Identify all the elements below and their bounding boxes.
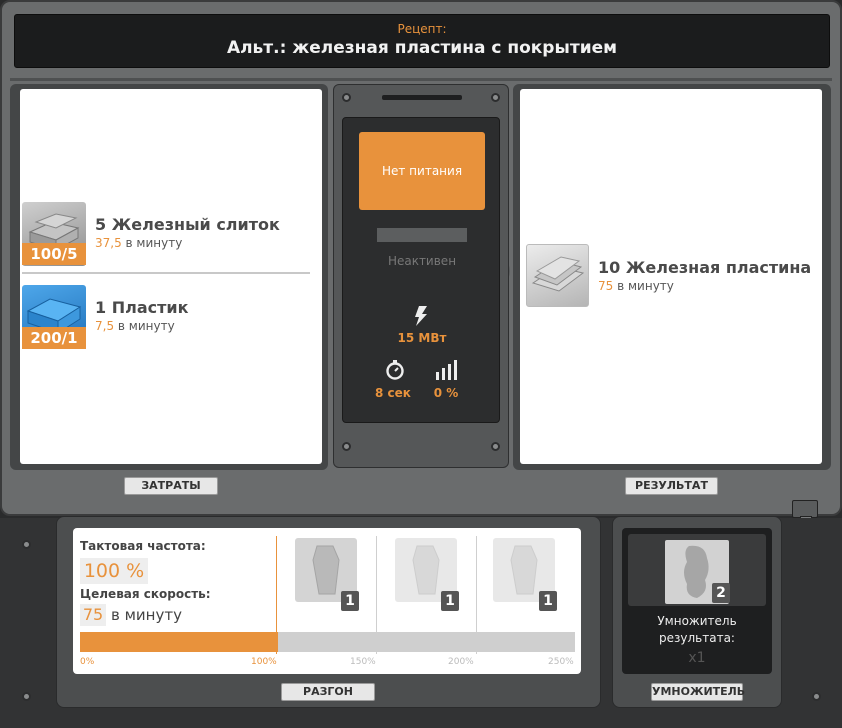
tick-label: 0% <box>80 657 95 667</box>
recipe-label: Рецепт: <box>397 22 447 36</box>
recipe-header: Рецепт: Альт.: железная пластина с покры… <box>14 14 830 68</box>
screw-icon <box>342 93 351 102</box>
input-rate-iron-ingot: 37,5 в минуту <box>95 236 183 250</box>
power-status-button[interactable]: Нет питания <box>359 132 485 210</box>
input-rate-plastic: 7,5 в минуту <box>95 319 175 333</box>
slot-count: 1 <box>441 591 459 611</box>
machine-status: Неактивен <box>387 254 457 268</box>
recipe-title: Альт.: железная пластина с покрытием <box>226 38 618 58</box>
stopwatch-icon <box>385 360 405 384</box>
input-name-iron-ingot: 5 Железный слиток <box>95 215 280 234</box>
cycle-time: 8 сек <box>375 386 411 400</box>
iron-ingot-stack: 100/5 <box>22 243 86 265</box>
somersloop-count: 2 <box>712 583 730 603</box>
plastic-stack: 200/1 <box>22 327 86 349</box>
input-name-plastic: 1 Пластик <box>95 298 189 317</box>
inputs-tab[interactable]: ЗАТРАТЫ <box>124 477 218 495</box>
output-tab[interactable]: РЕЗУЛЬТАТ <box>625 477 718 495</box>
progress-bar <box>377 228 467 242</box>
tick-label: 100% <box>251 657 277 667</box>
clock-slider-fill <box>80 632 278 652</box>
header-divider <box>10 78 832 81</box>
target-rate-input[interactable]: 75 <box>80 604 106 626</box>
multiplier-button[interactable]: УМНОЖИТЕЛЬ <box>651 683 745 701</box>
lightning-icon <box>414 306 428 330</box>
screw-icon <box>342 442 351 451</box>
multiplier-label: Умножитель результата: <box>657 614 737 645</box>
machine-slot <box>382 95 462 100</box>
tick-label: 250% <box>548 657 574 667</box>
slot-count: 1 <box>341 591 359 611</box>
screw-icon <box>22 692 31 701</box>
iron-plate-icon[interactable] <box>526 244 589 307</box>
machine-screen: Нет питания Неактивен 15 МВт 8 сек 0 % <box>342 117 500 423</box>
screw-icon <box>22 540 31 549</box>
productivity-icon <box>435 360 457 384</box>
target-label: Целевая скорость: <box>80 587 211 601</box>
machine-panel: Нет питания Неактивен 15 МВт 8 сек 0 % <box>333 84 509 468</box>
power-value: 15 МВт <box>397 331 447 345</box>
clock-label: Тактовая частота: <box>80 539 206 553</box>
tick-label: 150% <box>350 657 376 667</box>
target-unit: в минуту <box>111 606 182 624</box>
productivity-value: 0 % <box>433 386 459 400</box>
screw-icon <box>812 692 821 701</box>
clock-slider-track[interactable] <box>80 632 575 652</box>
screw-icon <box>491 442 500 451</box>
output-rate: 75 в минуту <box>598 279 674 293</box>
screw-icon <box>491 93 500 102</box>
inputs-list <box>20 89 322 464</box>
output-name: 10 Железная пластина <box>598 258 812 277</box>
slot-count: 1 <box>539 591 557 611</box>
overclock-button[interactable]: РАЗГОН <box>281 683 375 701</box>
tick-label: 200% <box>448 657 474 667</box>
clock-value-input[interactable]: 100 % <box>80 558 148 584</box>
multiplier-value: x1 <box>688 650 706 666</box>
input-separator <box>22 272 310 274</box>
